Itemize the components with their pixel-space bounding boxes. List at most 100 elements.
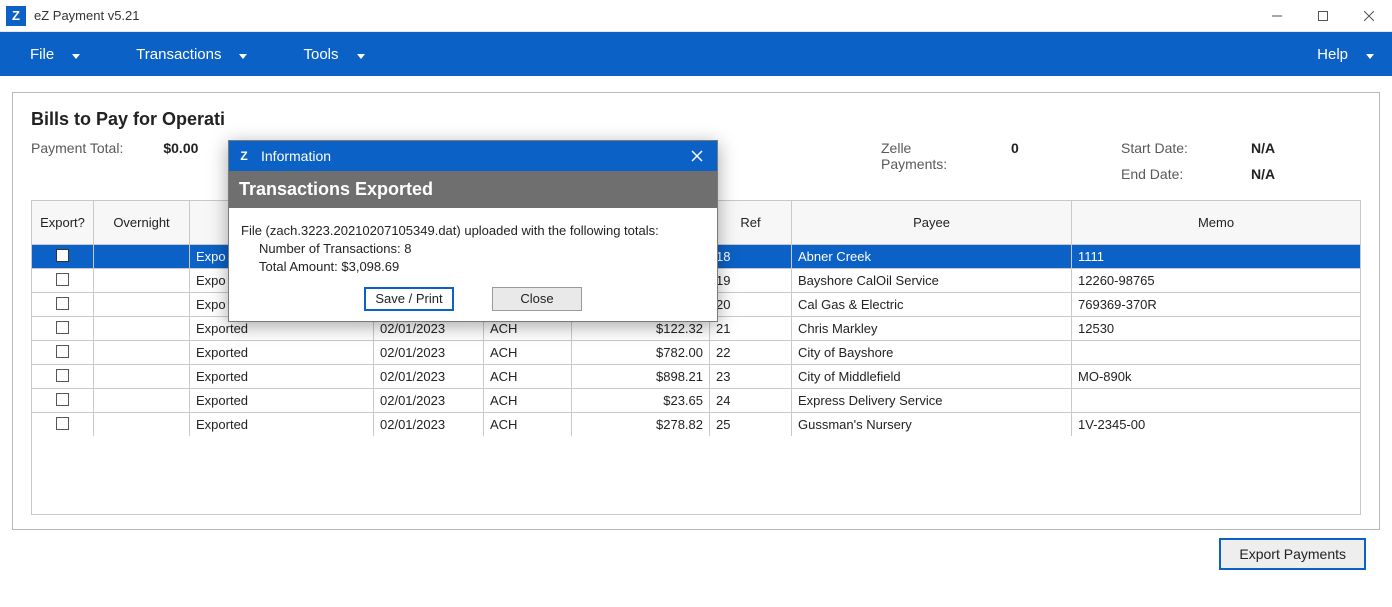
- chevron-down-icon: [357, 46, 365, 63]
- close-dialog-button[interactable]: Close: [492, 287, 582, 311]
- checkbox-icon[interactable]: [56, 417, 69, 430]
- export-checkbox-cell[interactable]: [32, 269, 94, 293]
- memo-cell[interactable]: 1V-2345-00: [1072, 413, 1361, 437]
- memo-cell[interactable]: [1072, 341, 1361, 365]
- ref-cell[interactable]: 22: [710, 341, 792, 365]
- overnight-cell[interactable]: [94, 317, 190, 341]
- overnight-cell[interactable]: [94, 245, 190, 269]
- chevron-down-icon: [72, 46, 80, 63]
- date-cell[interactable]: 02/01/2023: [374, 413, 484, 437]
- zelle-value: 0: [1011, 140, 1071, 172]
- start-date-value: N/A: [1251, 140, 1311, 156]
- dialog-titlebar[interactable]: Z Information: [229, 141, 717, 171]
- ref-cell[interactable]: 20: [710, 293, 792, 317]
- payee-cell[interactable]: Cal Gas & Electric: [792, 293, 1072, 317]
- date-cell[interactable]: 02/01/2023: [374, 341, 484, 365]
- payment-total-value: $0.00: [163, 140, 223, 156]
- export-checkbox-cell[interactable]: [32, 389, 94, 413]
- export-checkbox-cell[interactable]: [32, 317, 94, 341]
- checkbox-icon[interactable]: [56, 273, 69, 286]
- ref-cell[interactable]: 21: [710, 317, 792, 341]
- status-cell[interactable]: Exported: [190, 365, 374, 389]
- minimize-button[interactable]: [1254, 0, 1300, 32]
- memo-cell[interactable]: MO-890k: [1072, 365, 1361, 389]
- overnight-cell[interactable]: [94, 389, 190, 413]
- date-cell[interactable]: 02/01/2023: [374, 389, 484, 413]
- payee-cell[interactable]: Bayshore CalOil Service: [792, 269, 1072, 293]
- export-checkbox-cell[interactable]: [32, 365, 94, 389]
- date-cell[interactable]: 02/01/2023: [374, 365, 484, 389]
- amount-cell[interactable]: $23.65: [572, 389, 710, 413]
- payee-cell[interactable]: Express Delivery Service: [792, 389, 1072, 413]
- menu-file-label: File: [30, 46, 54, 63]
- table-row[interactable]: Exported02/01/2023ACH$782.0022City of Ba…: [32, 341, 1361, 365]
- titlebar: Z eZ Payment v5.21: [0, 0, 1392, 32]
- checkbox-icon[interactable]: [56, 345, 69, 358]
- memo-cell[interactable]: [1072, 389, 1361, 413]
- checkbox-icon[interactable]: [56, 297, 69, 310]
- export-checkbox-cell[interactable]: [32, 293, 94, 317]
- table-row[interactable]: Exported02/01/2023ACH$23.6524Express Del…: [32, 389, 1361, 413]
- payee-cell[interactable]: Gussman's Nursery: [792, 413, 1072, 437]
- payee-cell[interactable]: City of Middlefield: [792, 365, 1072, 389]
- close-button[interactable]: [1346, 0, 1392, 32]
- checkbox-icon[interactable]: [56, 321, 69, 334]
- export-checkbox-cell[interactable]: [32, 413, 94, 437]
- status-cell[interactable]: Exported: [190, 341, 374, 365]
- window-controls: [1254, 0, 1392, 32]
- overnight-cell[interactable]: [94, 341, 190, 365]
- col-export[interactable]: Export?: [32, 201, 94, 245]
- export-checkbox-cell[interactable]: [32, 341, 94, 365]
- ref-cell[interactable]: 24: [710, 389, 792, 413]
- ref-cell[interactable]: 23: [710, 365, 792, 389]
- method-cell[interactable]: ACH: [484, 389, 572, 413]
- status-cell[interactable]: Exported: [190, 413, 374, 437]
- col-payee[interactable]: Payee: [792, 201, 1072, 245]
- information-dialog: Z Information Transactions Exported File…: [228, 140, 718, 322]
- overnight-cell[interactable]: [94, 269, 190, 293]
- maximize-button[interactable]: [1300, 0, 1346, 32]
- ref-cell[interactable]: 19: [710, 269, 792, 293]
- method-cell[interactable]: ACH: [484, 413, 572, 437]
- memo-cell[interactable]: 12530: [1072, 317, 1361, 341]
- col-ref[interactable]: Ref: [710, 201, 792, 245]
- export-payments-button[interactable]: Export Payments: [1219, 538, 1366, 570]
- method-cell[interactable]: ACH: [484, 365, 572, 389]
- amount-cell[interactable]: $898.21: [572, 365, 710, 389]
- menu-transactions[interactable]: Transactions: [106, 32, 273, 76]
- save-print-button[interactable]: Save / Print: [364, 287, 454, 311]
- payee-cell[interactable]: Chris Markley: [792, 317, 1072, 341]
- overnight-cell[interactable]: [94, 293, 190, 317]
- table-row[interactable]: Exported02/01/2023ACH$898.2123City of Mi…: [32, 365, 1361, 389]
- overnight-cell[interactable]: [94, 365, 190, 389]
- col-memo[interactable]: Memo: [1072, 201, 1361, 245]
- memo-cell[interactable]: 12260-98765: [1072, 269, 1361, 293]
- export-checkbox-cell[interactable]: [32, 245, 94, 269]
- memo-cell[interactable]: 1111: [1072, 245, 1361, 269]
- menubar: File Transactions Tools Help: [0, 32, 1392, 76]
- payee-cell[interactable]: Abner Creek: [792, 245, 1072, 269]
- menu-tools[interactable]: Tools: [273, 32, 390, 76]
- ref-cell[interactable]: 18: [710, 245, 792, 269]
- amount-cell[interactable]: $782.00: [572, 341, 710, 365]
- ref-cell[interactable]: 25: [710, 413, 792, 437]
- checkbox-icon[interactable]: [56, 369, 69, 382]
- memo-cell[interactable]: 769369-370R: [1072, 293, 1361, 317]
- col-overnight[interactable]: Overnight: [94, 201, 190, 245]
- payee-cell[interactable]: City of Bayshore: [792, 341, 1072, 365]
- checkbox-icon[interactable]: [56, 393, 69, 406]
- menu-file[interactable]: File: [0, 32, 106, 76]
- amount-cell[interactable]: $278.82: [572, 413, 710, 437]
- dialog-close-button[interactable]: [677, 141, 717, 171]
- start-date-label: Start Date:: [1121, 140, 1211, 156]
- end-date-value: N/A: [1251, 166, 1311, 182]
- payment-total-label: Payment Total:: [31, 140, 123, 156]
- method-cell[interactable]: ACH: [484, 341, 572, 365]
- dialog-message-line3: Total Amount: $3,098.69: [241, 258, 705, 276]
- table-row[interactable]: Exported02/01/2023ACH$278.8225Gussman's …: [32, 413, 1361, 437]
- dialog-title-text: Information: [261, 148, 331, 164]
- overnight-cell[interactable]: [94, 413, 190, 437]
- checkbox-icon[interactable]: [56, 249, 69, 262]
- menu-help[interactable]: Help: [1293, 32, 1392, 76]
- status-cell[interactable]: Exported: [190, 389, 374, 413]
